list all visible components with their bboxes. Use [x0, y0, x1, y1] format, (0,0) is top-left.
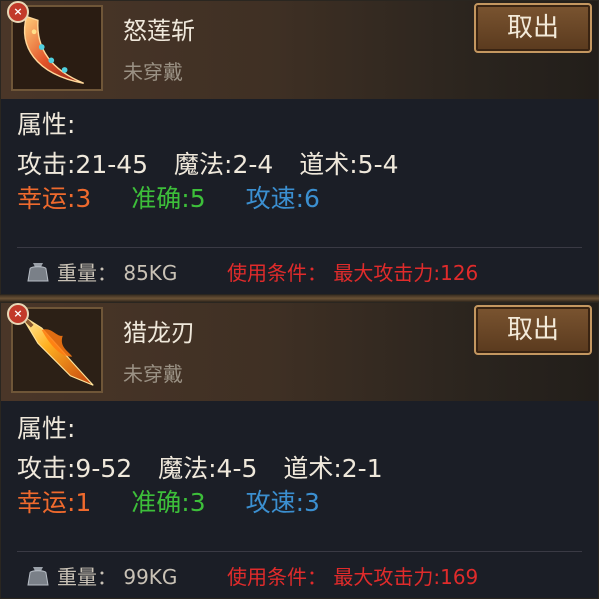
weight-text: 重量： 85KG [57, 261, 178, 285]
close-icon[interactable]: × [7, 303, 29, 325]
weight-text: 重量： 99KG [57, 565, 178, 589]
item-tooltip-2: × 猎龙刃 未穿戴 取出 属性: 攻击:9-52 魔法:4-5 道术:2-1 幸… [0, 302, 599, 599]
item-header: × 怒莲斩 未穿戴 取出 [1, 1, 598, 99]
attributes-heading: 属性: [17, 414, 76, 443]
luck-stat: 幸运:1 [17, 488, 92, 517]
accuracy-stat: 准确:5 [131, 184, 206, 213]
panel-separator [0, 295, 599, 302]
item-name: 猎龙刃 [123, 319, 195, 347]
taoism-stat: 道术:2-1 [283, 454, 383, 483]
weight-bag-icon [27, 567, 49, 586]
stats-line-secondary: 幸运:3 准确:5 攻速:6 [17, 179, 338, 215]
magic-stat: 魔法:4-5 [158, 454, 258, 483]
attack-speed-stat: 攻速:6 [245, 184, 320, 213]
equip-status: 未穿戴 [123, 60, 183, 84]
item-icon-slot[interactable]: × [7, 303, 103, 393]
stats-line-secondary: 幸运:1 准确:3 攻速:3 [17, 483, 338, 519]
item-name: 怒莲斩 [123, 17, 195, 45]
stats-line-primary: 攻击:21-45 魔法:2-4 道术:5-4 [17, 145, 417, 181]
attack-stat: 攻击:21-45 [17, 150, 149, 179]
item-tooltip-1: × 怒莲斩 未穿戴 取出 属性: 攻击:21-45 魔法:2-4 道术:5-4 … [0, 0, 599, 295]
accuracy-stat: 准确:3 [131, 488, 206, 517]
use-condition: 使用条件： 最大攻击力:126 [227, 261, 479, 285]
magic-stat: 魔法:2-4 [174, 150, 274, 179]
close-icon[interactable]: × [7, 1, 29, 23]
attributes-heading: 属性: [17, 110, 76, 139]
item-header: × 猎龙刃 未穿戴 取出 [1, 303, 598, 401]
divider [17, 551, 582, 552]
attack-speed-stat: 攻速:3 [245, 488, 320, 517]
weight-bag-icon [27, 263, 49, 282]
attack-stat: 攻击:9-52 [17, 454, 133, 483]
equip-status: 未穿戴 [123, 362, 183, 386]
stats-line-primary: 攻击:9-52 魔法:4-5 道术:2-1 [17, 449, 401, 485]
taoism-stat: 道术:5-4 [299, 150, 399, 179]
use-condition: 使用条件： 最大攻击力:169 [227, 565, 479, 589]
item-icon-slot[interactable]: × [7, 1, 103, 91]
take-out-button[interactable]: 取出 [474, 305, 592, 355]
take-out-button[interactable]: 取出 [474, 3, 592, 53]
luck-stat: 幸运:3 [17, 184, 92, 213]
divider [17, 247, 582, 248]
